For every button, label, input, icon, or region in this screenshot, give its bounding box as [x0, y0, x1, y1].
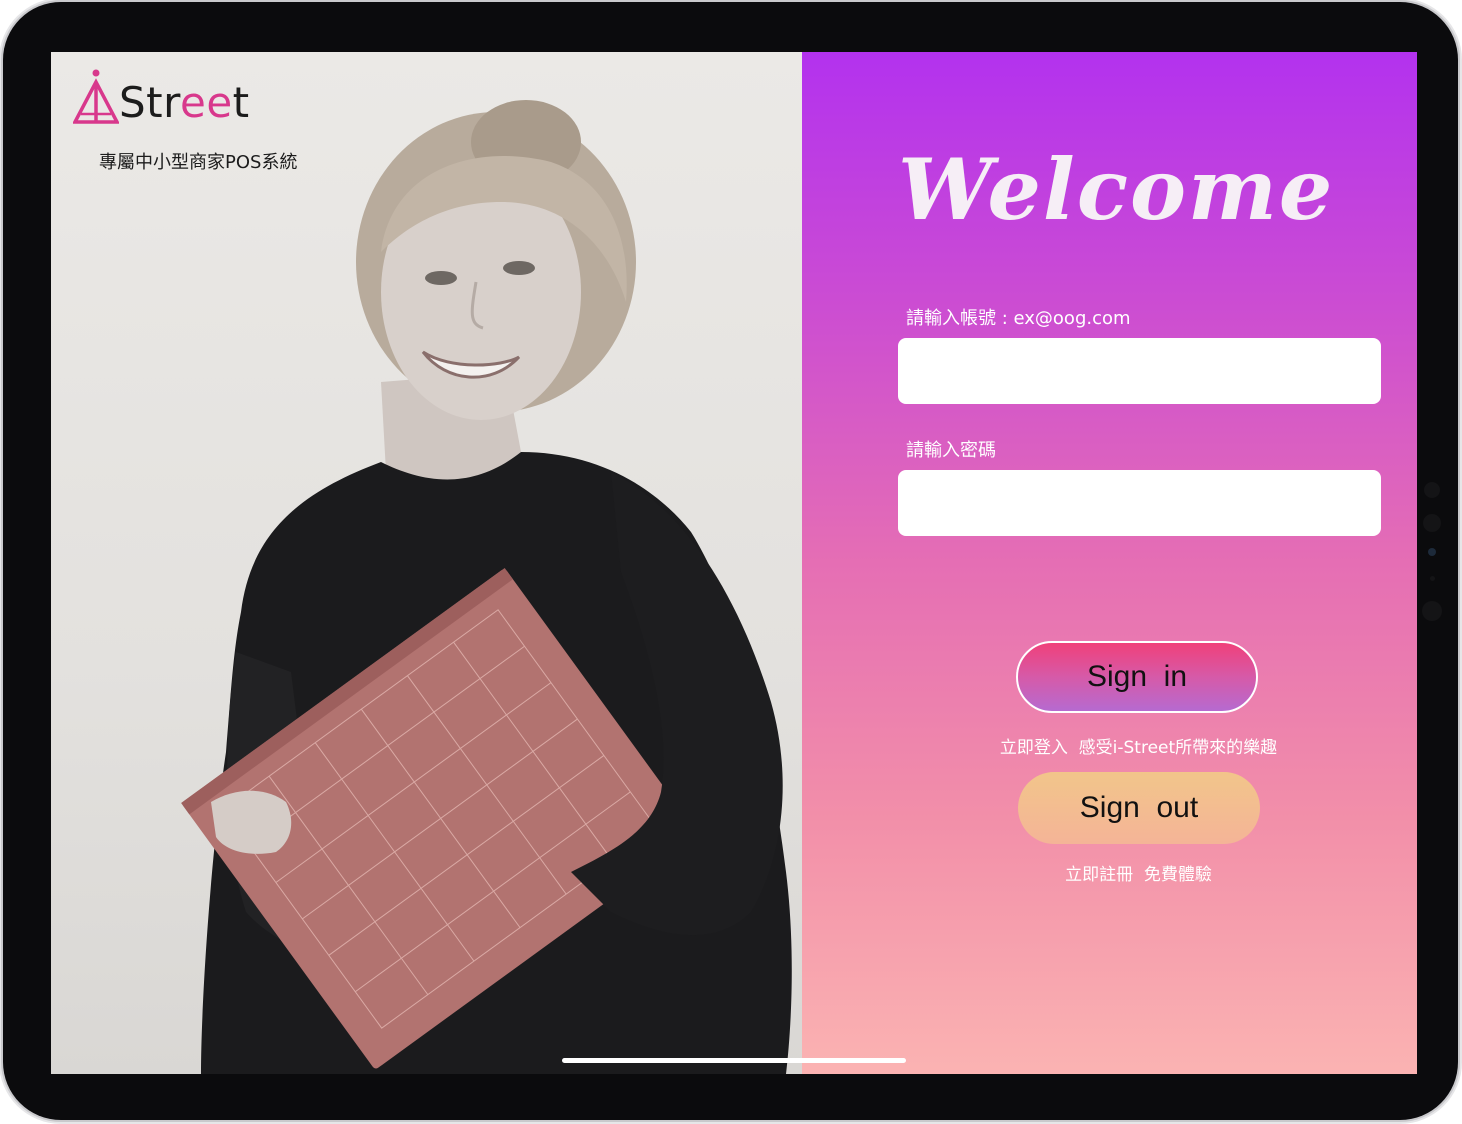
sign-in-button[interactable]: Sign in [1016, 641, 1258, 713]
account-input[interactable] [898, 338, 1381, 404]
account-label: 請輸入帳號 : ex@oog.com [906, 308, 1131, 329]
sign-in-hint: 立即登入 感受i-Street所帶來的樂趣 [999, 738, 1278, 758]
tablet-frame: Street 專屬中小型商家POS系統 Welcome 請輸入帳號 : ex@o… [3, 2, 1458, 1120]
password-input[interactable] [898, 470, 1381, 536]
brand-tagline: 專屬中小型商家POS系統 [99, 152, 298, 173]
hero-illustration [181, 100, 792, 1074]
home-indicator[interactable] [562, 1058, 906, 1063]
password-label: 請輸入密碼 [906, 440, 996, 461]
i-street-logo-icon [73, 69, 119, 124]
login-panel: Welcome 請輸入帳號 : ex@oog.com 請輸入密碼 Sign in… [802, 52, 1417, 1074]
welcome-heading: Welcome [898, 140, 1335, 239]
sign-out-hint: 立即註冊 免費體驗 [1065, 865, 1212, 885]
brand-name: Street [119, 78, 250, 127]
sign-out-button[interactable]: Sign out [1018, 772, 1260, 844]
hero-photo: Street 專屬中小型商家POS系統 [51, 52, 802, 1074]
app-screen: Street 專屬中小型商家POS系統 Welcome 請輸入帳號 : ex@o… [51, 52, 1417, 1074]
side-camera-bar [1422, 482, 1442, 621]
